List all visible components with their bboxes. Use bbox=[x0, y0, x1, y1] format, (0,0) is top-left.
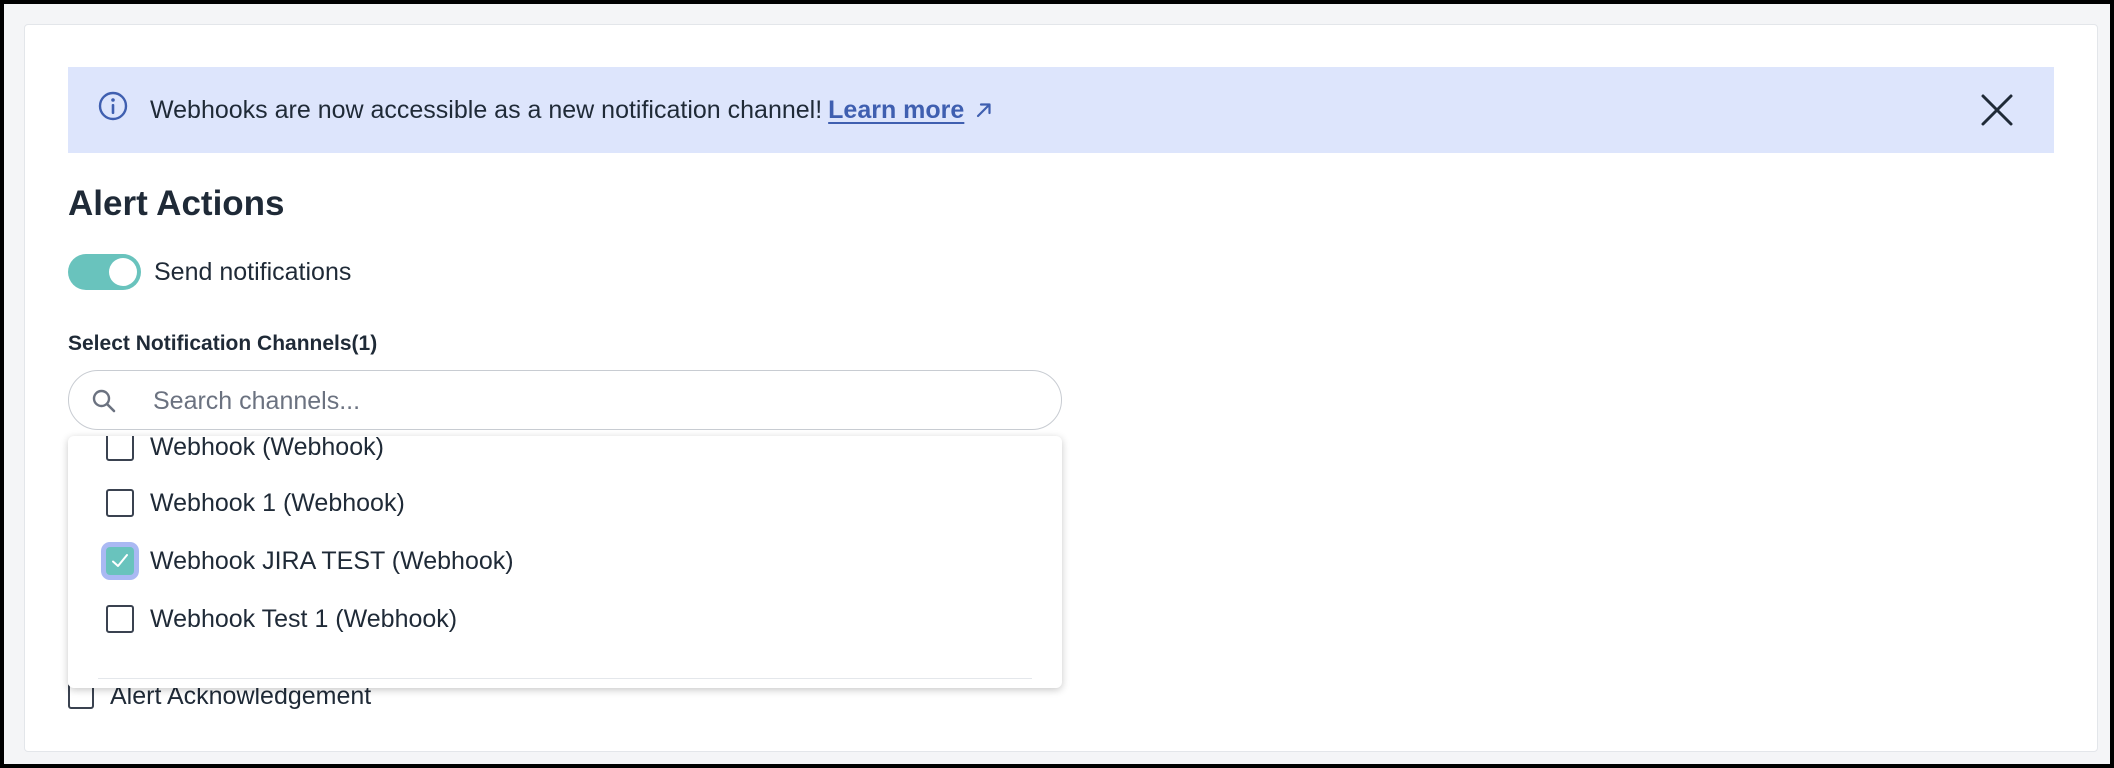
channel-checkbox[interactable] bbox=[106, 489, 134, 517]
channel-option-label: Webhook 1 (Webhook) bbox=[150, 488, 405, 517]
send-notifications-toggle[interactable] bbox=[68, 254, 141, 290]
channel-option-label: Webhook Test 1 (Webhook) bbox=[150, 604, 458, 633]
channel-search-box bbox=[68, 370, 1062, 430]
banner-text: Webhooks are now accessible as a new not… bbox=[150, 67, 994, 153]
channel-option[interactable]: Webhook (Webhook) bbox=[106, 436, 384, 464]
channel-option-label: Webhook JIRA TEST (Webhook) bbox=[150, 546, 514, 575]
banner-message: Webhooks are now accessible as a new not… bbox=[150, 95, 823, 124]
close-banner-button[interactable] bbox=[1978, 91, 2016, 129]
window-frame: Webhooks are now accessible as a new not… bbox=[0, 0, 2114, 768]
learn-more-link[interactable]: Learn more bbox=[828, 96, 994, 125]
channel-option-label: Webhook (Webhook) bbox=[150, 436, 384, 461]
search-icon bbox=[92, 389, 116, 413]
channel-option[interactable]: Webhook 1 (Webhook) bbox=[106, 486, 405, 520]
close-icon bbox=[1981, 94, 2013, 126]
external-link-icon bbox=[977, 103, 991, 118]
channel-checkbox[interactable] bbox=[106, 436, 134, 461]
checkmark-icon bbox=[112, 554, 128, 567]
channel-option[interactable]: Webhook JIRA TEST (Webhook) bbox=[106, 544, 514, 578]
channels-field-label: Select Notification Channels(1) bbox=[68, 332, 378, 355]
channel-checkbox-checked[interactable] bbox=[106, 547, 134, 575]
channel-checkbox[interactable] bbox=[106, 605, 134, 633]
dropdown-divider bbox=[98, 678, 1032, 679]
channel-option[interactable]: Webhook Test 1 (Webhook) bbox=[106, 602, 457, 636]
info-banner: Webhooks are now accessible as a new not… bbox=[68, 67, 2054, 153]
send-notifications-label: Send notifications bbox=[154, 258, 352, 286]
channel-search-input[interactable] bbox=[151, 379, 1035, 423]
info-icon bbox=[98, 91, 128, 121]
toggle-knob bbox=[109, 258, 137, 286]
channels-dropdown[interactable]: Webhook (Webhook) Webhook 1 (Webhook) We… bbox=[68, 436, 1062, 688]
page-title: Alert Actions bbox=[68, 184, 285, 223]
learn-more-label: Learn more bbox=[828, 95, 965, 124]
